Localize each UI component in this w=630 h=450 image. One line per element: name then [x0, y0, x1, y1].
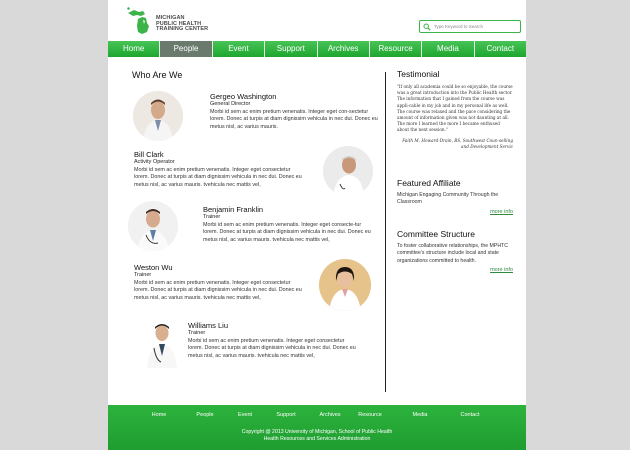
person-bio: Morbi id sem ac enim pretium venenatis. … — [188, 337, 356, 360]
footer-link-media[interactable]: Media — [413, 412, 428, 418]
footer-link-contact[interactable]: Contact — [461, 412, 480, 418]
search-box — [419, 20, 521, 33]
committee-structure-section: Committee Structure To foster collaborat… — [397, 229, 513, 273]
footer: Home People Event Support Archives Resou… — [108, 405, 526, 450]
page-title: Who Are We — [132, 70, 183, 80]
michigan-logo-icon — [127, 7, 149, 34]
person-photo-icon — [323, 146, 373, 196]
person-role: Trainer — [188, 330, 206, 336]
person-name: Williams Liu — [188, 321, 229, 330]
search-icon[interactable] — [423, 23, 431, 31]
nav-contact[interactable]: Contact — [475, 41, 526, 57]
footer-link-home[interactable]: Home — [152, 412, 167, 418]
person-card: Weston Wu Trainer Morbi id sem ac enim p… — [134, 263, 306, 303]
testimonial-quote: "If only all academia could be so enjoya… — [397, 84, 513, 133]
person-role: Trainer — [203, 214, 221, 220]
featured-affiliate-text: Michigan Engaging Community Through the … — [397, 192, 499, 206]
featured-affiliate-heading: Featured Affiliate — [397, 178, 461, 188]
committee-heading: Committee Structure — [397, 229, 475, 239]
logo-line-3: TRAINING CENTER — [156, 26, 209, 33]
person-photo-icon — [319, 259, 371, 311]
person-bio: Morbi id sem ac enim pretium venenatis. … — [134, 166, 302, 189]
testimonial-heading: Testimonial — [397, 69, 440, 79]
nav-resource[interactable]: Resource — [370, 41, 423, 57]
person-name: Weston Wu — [134, 263, 173, 272]
testimonial-section: Testimonial "If only all academia could … — [397, 69, 513, 150]
person-bio: Morbi id sem ac enim pretium venenatis. … — [134, 279, 302, 302]
footer-link-people[interactable]: People — [196, 412, 213, 418]
copyright-line-2: Health Resources and Services Administra… — [263, 436, 371, 442]
person-role: Trainer — [134, 272, 152, 278]
person-name: Benjamin Franklin — [203, 205, 264, 214]
footer-link-support[interactable]: Support — [276, 412, 295, 418]
footer-link-event[interactable]: Event — [238, 412, 252, 418]
copyright: Copyright @ 2013 University of Michigan,… — [108, 429, 526, 443]
nav-support[interactable]: Support — [265, 41, 318, 57]
committee-more-info-link[interactable]: more info — [397, 267, 513, 273]
person-card: Gergeo Washington General Director Morbi… — [210, 92, 382, 132]
avatar-williams-liu — [141, 318, 183, 368]
avatar-gergeo-washington — [133, 91, 183, 141]
footer-nav: Home People Event Support Archives Resou… — [108, 412, 526, 421]
person-photo-icon — [128, 201, 178, 251]
logo-text: MICHIGAN PUBLIC HEALTH TRAINING CENTER — [156, 15, 209, 33]
person-name: Gergeo Washington — [210, 92, 277, 101]
person-photo-icon — [141, 318, 183, 368]
committee-text: To foster collaborative relationships, t… — [397, 243, 509, 264]
footer-link-resource[interactable]: Resource — [358, 412, 382, 418]
testimonial-attribution: Faith M. Howard-Drain, BS, Southwest Cou… — [402, 137, 513, 149]
person-role: General Director — [210, 101, 251, 107]
person-bio: Morbi id sem ac enim pretium venenatis. … — [203, 221, 371, 244]
search-input[interactable] — [434, 22, 518, 31]
nav-archives[interactable]: Archives — [318, 41, 370, 57]
person-role: Activity Operator — [134, 159, 175, 165]
column-divider — [385, 72, 386, 392]
person-photo-icon — [133, 91, 183, 141]
featured-more-info-link[interactable]: more info — [397, 209, 513, 215]
person-card: Benjamin Franklin Trainer Morbi id sem a… — [203, 205, 375, 245]
nav-event[interactable]: Event — [213, 41, 266, 57]
person-bio: Morbi id sem ac enim pretium venenatis. … — [210, 108, 378, 131]
copyright-line-1: Copyright @ 2013 University of Michigan,… — [241, 429, 393, 435]
person-name: Bill Clark — [134, 150, 164, 159]
nav-people[interactable]: People — [160, 41, 213, 57]
person-card: Williams Liu Trainer Morbi id sem ac eni… — [188, 321, 360, 361]
avatar-bill-clark — [323, 146, 373, 196]
logo[interactable]: MICHIGAN PUBLIC HEALTH TRAINING CENTER — [125, 7, 245, 37]
nav-media[interactable]: Media — [422, 41, 475, 57]
avatar-benjamin-franklin — [128, 201, 178, 251]
featured-affiliate-section: Featured Affiliate Michigan Engaging Com… — [397, 178, 513, 215]
nav-home[interactable]: Home — [108, 41, 161, 57]
avatar-weston-wu — [319, 259, 371, 311]
main-nav: Home People Event Support Archives Resou… — [108, 41, 526, 57]
page: MICHIGAN PUBLIC HEALTH TRAINING CENTER H… — [108, 0, 526, 450]
footer-link-archives[interactable]: Archives — [319, 412, 340, 418]
person-card: Bill Clark Activity Operator Morbi id se… — [134, 150, 306, 190]
